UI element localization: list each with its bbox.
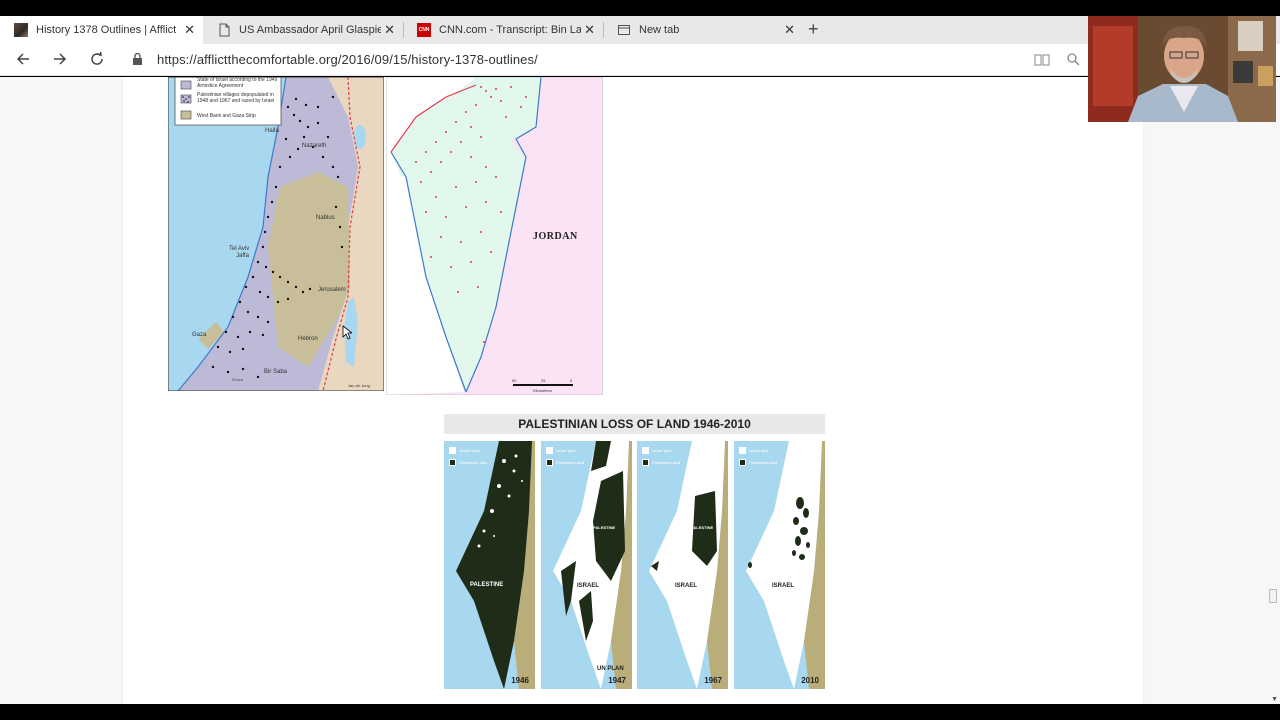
label-hebron: Hebron: [298, 336, 318, 342]
map-scale-label: 20 km: [232, 377, 243, 382]
web-page: State of Israel according to the 1949 Ar…: [0, 77, 1280, 704]
label-bir-saba: Bir Saba: [264, 369, 288, 375]
label-tel-aviv: Tel Aviv: [229, 246, 250, 252]
legend-palestinian-land: Palestinian land: [546, 459, 584, 466]
screen: History 1378 Outlines | Afflict Th ✕ US …: [0, 0, 1280, 720]
webcam-overlay: [1088, 16, 1276, 122]
label-nablus: Nablus: [316, 215, 335, 221]
tab-title: History 1378 Outlines | Afflict Th: [36, 24, 178, 36]
tab-title: US Ambassador April Glaspie's m: [239, 24, 381, 36]
forward-arrow-icon: [54, 53, 67, 65]
loss-of-land-title: PALESTINIAN LOSS OF LAND 1946-2010: [444, 414, 825, 434]
label-jordan: JORDAN: [533, 231, 578, 242]
legend-text-villages: Palestinian villages depopulated in 1948…: [197, 92, 275, 104]
depopulated-villages-map: [168, 77, 384, 391]
scale-tick-25: 25: [541, 378, 546, 383]
close-tab-icon[interactable]: ✕: [384, 22, 395, 38]
panel-label-palestine: PALESTINE: [593, 525, 616, 530]
legend-palestinian-land: Palestinian land: [739, 459, 777, 466]
address-bar[interactable]: https://afflictthecomfortable.org/2016/0…: [157, 52, 538, 67]
map-credit: Jan de Jong: [348, 383, 370, 388]
bottom-black-bar: [0, 704, 1280, 720]
legend-text-westbank: West Bank and Gaza Strip: [197, 113, 256, 119]
tab-cnn-transcript[interactable]: CNN CNN.com - Transcript: Bin Laden ✕: [403, 16, 603, 44]
panel-2010: Israeli land Palestinian land ISRAEL 201…: [734, 441, 825, 689]
panel-note-un-plan: UN PLAN: [597, 666, 624, 672]
legend-text-israel: State of Israel according to the 1949 Ar…: [197, 77, 278, 89]
legend-jewish-land: Jewish land: [449, 447, 480, 454]
tab-new-tab[interactable]: New tab ✕: [603, 16, 803, 44]
forward-button[interactable]: [50, 50, 70, 70]
panel-year-2010: 2010: [801, 676, 819, 685]
panel-year-1946: 1946: [511, 676, 529, 685]
panel-year-1967: 1967: [704, 676, 722, 685]
legend-israeli-land: Israeli land: [642, 447, 671, 454]
refresh-button[interactable]: [87, 50, 107, 70]
new-tab-button[interactable]: +: [808, 20, 819, 38]
tab-title: CNN.com - Transcript: Bin Laden: [439, 24, 581, 36]
panel-label-israel: ISRAEL: [675, 583, 698, 589]
zoom-icon[interactable]: [1066, 52, 1080, 66]
scale-tick-0: 0: [570, 378, 573, 383]
tab-title: New tab: [639, 24, 680, 36]
tab-us-ambassador[interactable]: US Ambassador April Glaspie's m ✕: [203, 16, 403, 44]
legend-palestinian-land: Palestinian land: [449, 459, 487, 466]
panel-1947: Israeli land Palestinian land PALESTINE …: [541, 441, 632, 689]
refresh-icon: [91, 51, 103, 65]
panel-1967: Israeli land Palestinian land PALESTINE …: [637, 441, 728, 689]
label-haifa: Haifa: [265, 128, 280, 134]
reading-view-icon[interactable]: [1034, 53, 1050, 67]
presenter-video-feed: [1088, 16, 1276, 122]
legend-palestinian-land: Palestinian land: [642, 459, 680, 466]
close-tab-icon[interactable]: ✕: [584, 22, 595, 38]
mouse-cursor-icon: [342, 325, 352, 340]
panel-label-palestine: PALESTINE: [691, 525, 714, 530]
close-tab-icon[interactable]: ✕: [784, 22, 795, 38]
close-tab-icon[interactable]: ✕: [184, 22, 195, 38]
legend-israeli-land: Israeli land: [739, 447, 768, 454]
scroll-down-arrow-icon[interactable]: ▼: [1271, 696, 1278, 703]
tab-history-outlines[interactable]: History 1378 Outlines | Afflict Th ✕: [0, 16, 203, 44]
label-jaffa: Jaffa: [236, 253, 249, 259]
label-gaza: Gaza: [192, 332, 207, 338]
panel-year-1947: 1947: [608, 676, 626, 685]
panel-label-israel: ISRAEL: [772, 583, 795, 589]
panel-label-palestine: PALESTINE: [470, 582, 504, 588]
scale-tick-50: 50: [512, 378, 517, 383]
label-jerusalem: Jerusalem: [318, 287, 346, 293]
panel-1946: Jewish land Palestinian land PALESTINE 1…: [444, 441, 535, 689]
document-icon: [217, 23, 231, 37]
scale-unit: Kilometers: [533, 388, 552, 393]
label-nazareth: Nazareth: [302, 143, 327, 149]
back-arrow-icon: [16, 53, 29, 65]
back-button[interactable]: [13, 50, 33, 70]
scrollbar-thumb[interactable]: [1269, 589, 1277, 603]
panel-label-israel: ISRAEL: [577, 583, 600, 589]
lock-icon: [133, 53, 142, 65]
legend-israeli-land: Israeli land: [546, 447, 575, 454]
new-tab-icon: [617, 23, 631, 37]
site-favicon-icon: [14, 23, 28, 37]
cnn-icon: CNN: [417, 23, 431, 37]
